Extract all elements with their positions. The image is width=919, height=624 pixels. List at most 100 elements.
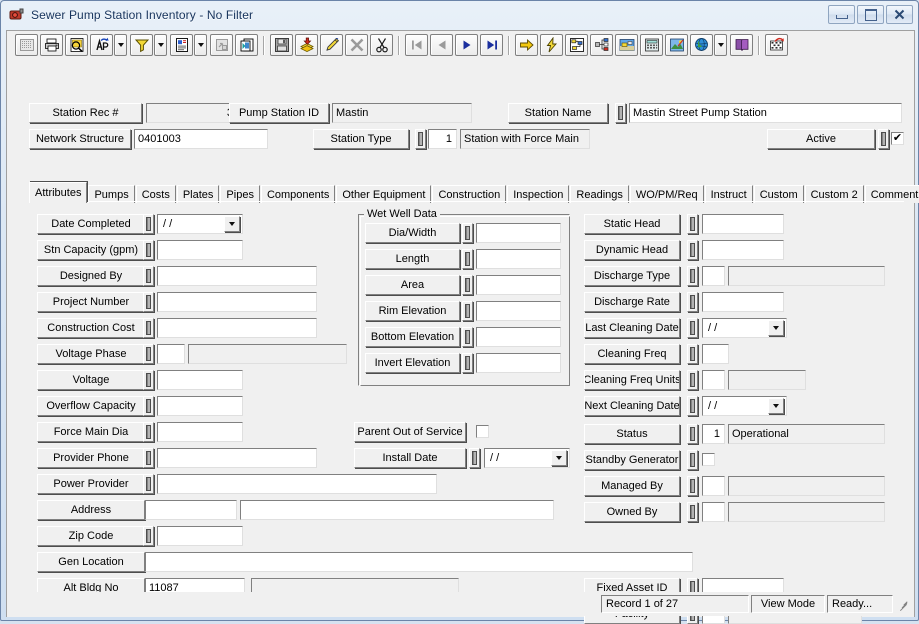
install-date-combo[interactable]: / / (484, 448, 570, 468)
status-code[interactable]: 1 (702, 424, 725, 444)
owned-by-button[interactable]: Owned By (584, 502, 680, 522)
bottom-elevation-lookup[interactable] (462, 327, 473, 347)
dynamic-head-lookup[interactable] (687, 240, 698, 260)
force-main-dia-lookup[interactable] (143, 422, 154, 442)
station-rec-button[interactable]: Station Rec # (29, 103, 142, 123)
provider-phone-lookup[interactable] (143, 448, 154, 468)
standby-generator-button[interactable]: Standby Generator (584, 450, 680, 470)
project-number-value[interactable] (157, 292, 317, 312)
delete-record-icon[interactable] (345, 34, 368, 56)
designed-by-lookup[interactable] (143, 266, 154, 286)
force-main-dia-button[interactable]: Force Main Dia (37, 422, 145, 442)
cleaning-freq-units-button[interactable]: Cleaning Freq Units (584, 370, 680, 390)
overflow-capacity-value[interactable] (157, 396, 243, 416)
voltage-phase-code[interactable] (157, 344, 185, 364)
stn-capacity-lookup[interactable] (143, 240, 154, 260)
owned-by-lookup[interactable] (687, 502, 698, 522)
discharge-rate-button[interactable]: Discharge Rate (584, 292, 680, 312)
goto-icon[interactable] (515, 34, 538, 56)
dynamic-head-value[interactable] (702, 240, 784, 260)
cleaning-freq-lookup[interactable] (687, 344, 698, 364)
filter-dropdown-icon[interactable] (154, 34, 167, 56)
report-icon[interactable] (170, 34, 193, 56)
dynamic-head-button[interactable]: Dynamic Head (584, 240, 680, 260)
managed-by-button[interactable]: Managed By (584, 476, 680, 496)
gen-location-button[interactable]: Gen Location (37, 552, 145, 572)
zip-code-value[interactable] (157, 526, 243, 546)
station-type-lookup[interactable] (415, 129, 426, 149)
last-cleaning-date-button[interactable]: Last Cleaning Date (584, 318, 680, 338)
cleaning-freq-units-code[interactable] (702, 370, 725, 390)
discharge-type-code[interactable] (702, 266, 725, 286)
find-dropdown-icon[interactable] (114, 34, 127, 56)
static-head-lookup[interactable] (687, 214, 698, 234)
project-number-lookup[interactable] (143, 292, 154, 312)
length-value[interactable] (476, 249, 561, 269)
edit-record-icon[interactable] (320, 34, 343, 56)
print-icon[interactable] (40, 34, 63, 56)
cleaning-freq-value[interactable] (702, 344, 729, 364)
force-main-dia-value[interactable] (157, 422, 243, 442)
zip-code-button[interactable]: Zip Code (37, 526, 145, 546)
discharge-rate-lookup[interactable] (687, 292, 698, 312)
construction-cost-lookup[interactable] (143, 318, 154, 338)
chevron-down-icon[interactable] (224, 216, 240, 232)
print-preview-icon[interactable] (65, 34, 88, 56)
previous-record-icon[interactable] (430, 34, 453, 56)
dia-width-lookup[interactable] (462, 223, 473, 243)
install-date-button[interactable]: Install Date (354, 448, 466, 468)
managed-by-code[interactable] (702, 476, 725, 496)
parent-out-of-service-checkbox[interactable] (476, 425, 489, 438)
add-record-icon[interactable] (295, 34, 318, 56)
status-button[interactable]: Status (584, 424, 680, 444)
globe-icon[interactable] (690, 34, 713, 56)
copy-record-icon[interactable] (210, 34, 233, 56)
image-icon[interactable] (665, 34, 688, 56)
standby-generator-lookup[interactable] (687, 450, 698, 470)
station-name-lookup[interactable] (615, 103, 626, 123)
next-cleaning-date-lookup[interactable] (687, 396, 698, 416)
power-provider-value[interactable] (157, 474, 437, 494)
station-name-value[interactable]: Mastin Street Pump Station (629, 103, 902, 123)
lightning-icon[interactable] (540, 34, 563, 56)
active-lookup[interactable] (878, 129, 889, 149)
designed-by-value[interactable] (157, 266, 317, 286)
map-icon[interactable] (615, 34, 638, 56)
export-icon[interactable] (765, 34, 788, 56)
chevron-down-icon[interactable] (768, 398, 784, 414)
network-structure-button[interactable]: Network Structure (29, 129, 131, 149)
grid-icon[interactable] (15, 34, 38, 56)
next-cleaning-date-button[interactable]: Next Cleaning Date (584, 396, 680, 416)
close-button[interactable] (886, 5, 913, 24)
pump-station-id-button[interactable]: Pump Station ID (229, 103, 329, 123)
invert-elevation-button[interactable]: Invert Elevation (365, 353, 460, 373)
maximize-button[interactable] (857, 5, 884, 24)
chevron-down-icon[interactable] (768, 320, 784, 336)
rim-elevation-value[interactable] (476, 301, 561, 321)
overflow-capacity-lookup[interactable] (143, 396, 154, 416)
project-number-button[interactable]: Project Number (37, 292, 145, 312)
parent-out-of-service-button[interactable]: Parent Out of Service (354, 422, 466, 442)
power-provider-lookup[interactable] (143, 474, 154, 494)
voltage-lookup[interactable] (143, 370, 154, 390)
active-button[interactable]: Active (767, 129, 875, 149)
book-icon[interactable] (730, 34, 753, 56)
rim-elevation-lookup[interactable] (462, 301, 473, 321)
first-record-icon[interactable] (405, 34, 428, 56)
last-record-icon[interactable] (480, 34, 503, 56)
address-number-value[interactable] (145, 500, 237, 520)
area-value[interactable] (476, 275, 561, 295)
area-lookup[interactable] (462, 275, 473, 295)
address-street-value[interactable] (240, 500, 554, 520)
address-button[interactable]: Address (37, 500, 145, 520)
calculator-icon[interactable] (640, 34, 663, 56)
save-icon[interactable] (270, 34, 293, 56)
next-cleaning-date-combo[interactable]: / / (702, 396, 787, 416)
discharge-type-button[interactable]: Discharge Type (584, 266, 680, 286)
invert-elevation-lookup[interactable] (462, 353, 473, 373)
rim-elevation-button[interactable]: Rim Elevation (365, 301, 460, 321)
date-completed-button[interactable]: Date Completed (37, 214, 145, 234)
duplicate-icon[interactable] (235, 34, 258, 56)
workflow-icon[interactable] (565, 34, 588, 56)
bottom-elevation-value[interactable] (476, 327, 561, 347)
